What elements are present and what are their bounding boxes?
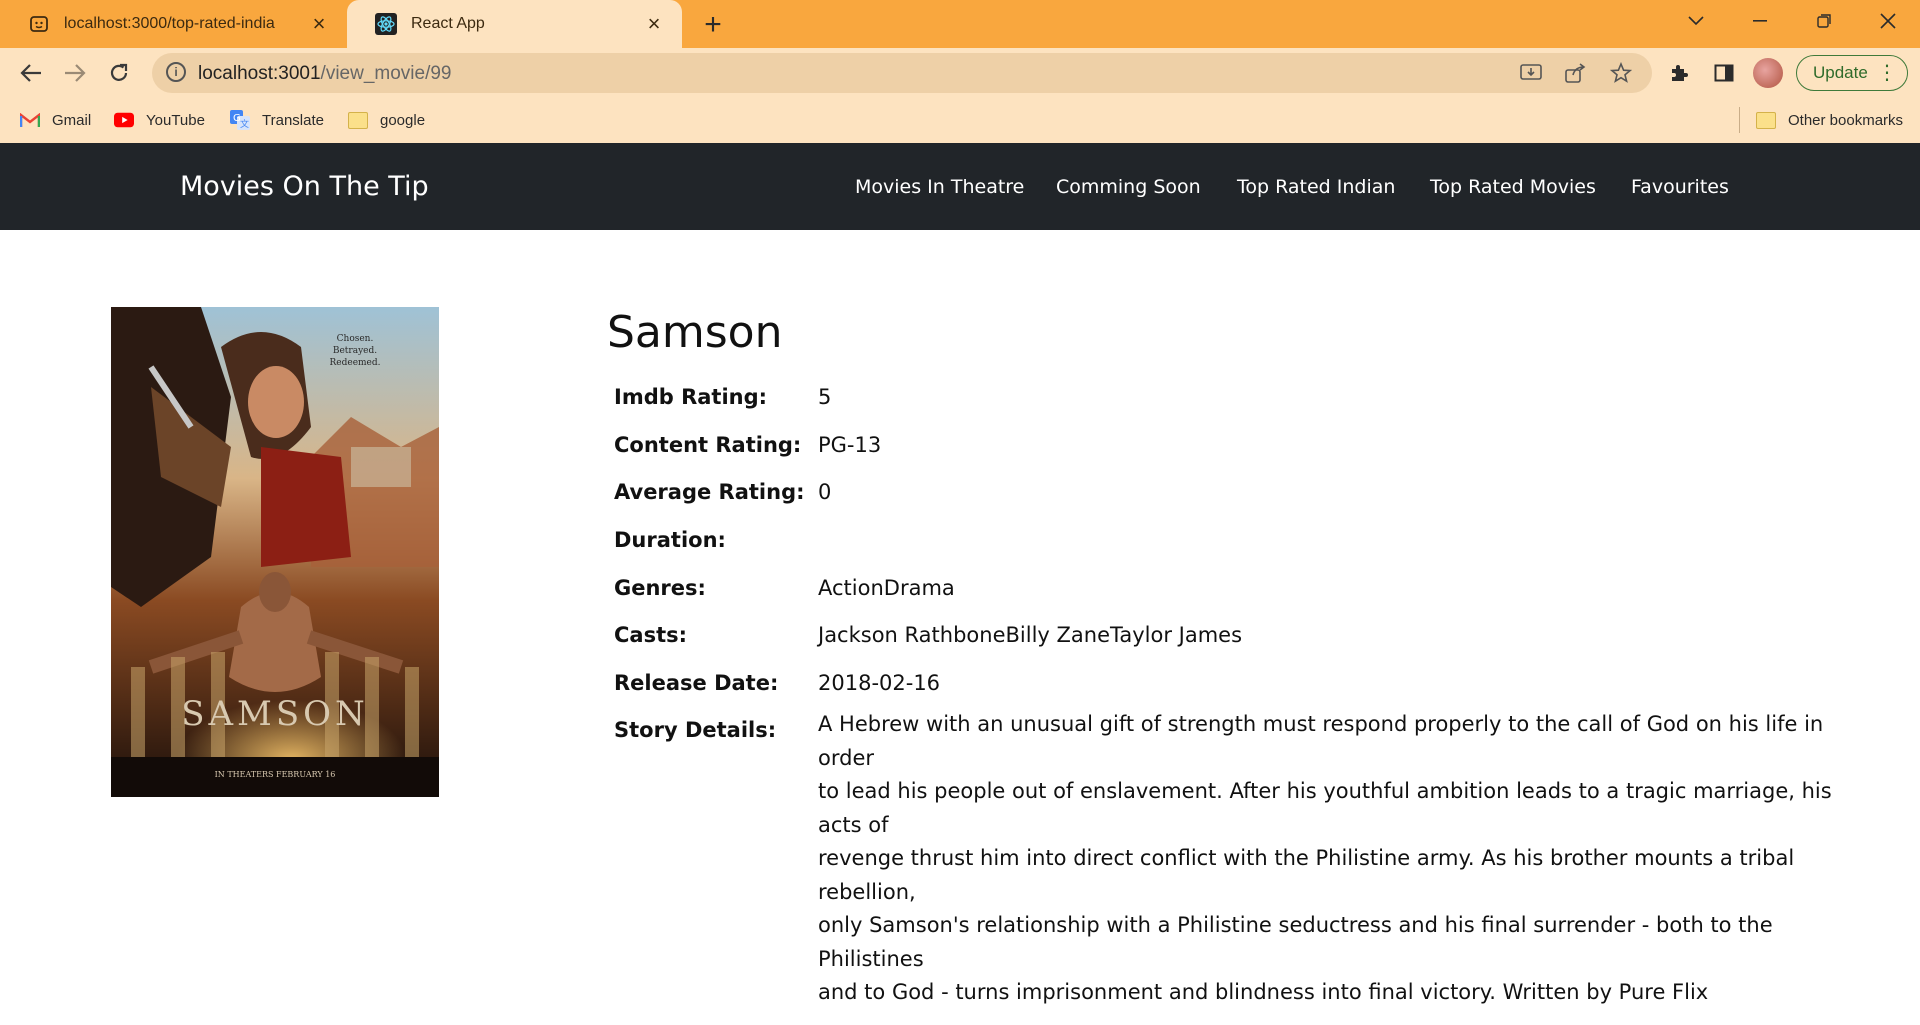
poster-title: SAMSON	[181, 694, 369, 734]
nav-top-rated-indian[interactable]: Top Rated Indian	[1237, 176, 1395, 198]
detail-label-release-date: Release Date:	[614, 671, 779, 695]
story-line: revenge thrust him into direct conflict …	[818, 846, 1795, 904]
profile-avatar[interactable]	[1753, 58, 1783, 88]
forward-icon[interactable]	[58, 56, 92, 90]
other-bookmarks[interactable]: Other bookmarks	[1756, 107, 1903, 133]
page-icon	[28, 13, 50, 35]
close-window-icon[interactable]	[1866, 6, 1910, 36]
movie-title: Samson	[607, 307, 783, 358]
browser-toolbar: i localhost:3001/view_movie/99 Update ⋮	[0, 48, 1920, 97]
detail-label-duration: Duration:	[614, 528, 726, 552]
tab-react-app[interactable]: React App ×	[347, 0, 682, 48]
update-button[interactable]: Update ⋮	[1796, 55, 1908, 91]
bookmark-star-icon[interactable]	[1608, 60, 1634, 86]
more-menu-icon[interactable]: ⋮	[1877, 63, 1897, 83]
detail-value-imdb: 5	[818, 385, 832, 409]
detail-value-average-rating: 0	[818, 480, 832, 504]
detail-value-content-rating: PG-13	[818, 433, 882, 457]
bookmarks-divider	[1739, 107, 1740, 133]
nav-favourites[interactable]: Favourites	[1631, 176, 1729, 198]
minimize-icon[interactable]	[1738, 6, 1782, 36]
bookmark-gmail[interactable]: Gmail	[20, 107, 91, 133]
tab-title: React App	[411, 15, 485, 32]
story-details: A Hebrew with an unusual gift of strengt…	[818, 708, 1848, 1010]
tab-title: localhost:3000/top-rated-india	[64, 15, 275, 32]
folder-icon	[348, 111, 368, 129]
detail-label-content-rating: Content Rating:	[614, 433, 802, 457]
close-tab-icon[interactable]: ×	[305, 10, 333, 38]
address-bar[interactable]: i localhost:3001/view_movie/99	[152, 53, 1652, 93]
poster-tagline: Chosen.	[337, 334, 374, 344]
story-line: and to God - turns imprisonment and blin…	[818, 980, 1709, 1004]
story-line: to lead his people out of enslavement. A…	[818, 779, 1832, 837]
bookmark-translate[interactable]: G文 Translate	[230, 107, 324, 133]
back-icon[interactable]	[14, 56, 48, 90]
detail-label-story: Story Details:	[614, 718, 777, 742]
detail-label-genres: Genres:	[614, 576, 706, 600]
side-panel-icon[interactable]	[1711, 60, 1737, 86]
folder-icon	[1756, 111, 1776, 129]
browser-tab-strip: localhost:3000/top-rated-india × React A…	[0, 0, 1920, 48]
movie-poster: Chosen. Betrayed. Redeemed. SAMSON IN TH…	[111, 307, 439, 797]
react-icon	[375, 13, 397, 35]
bookmarks-bar: Gmail YouTube G文 Translate google Other …	[0, 97, 1920, 143]
youtube-icon	[114, 111, 134, 129]
translate-icon: G文	[230, 110, 250, 130]
detail-value-release-date: 2018-02-16	[818, 671, 941, 695]
new-tab-icon[interactable]: +	[696, 8, 730, 42]
gmail-icon	[20, 111, 40, 129]
detail-value-casts: Jackson RathboneBilly ZaneTaylor James	[818, 623, 1243, 647]
nav-top-rated-movies[interactable]: Top Rated Movies	[1430, 176, 1596, 198]
svg-text:文: 文	[240, 118, 249, 130]
detail-label-imdb: Imdb Rating:	[614, 385, 768, 409]
nav-movies-in-theatre[interactable]: Movies In Theatre	[855, 176, 1024, 198]
bookmark-youtube[interactable]: YouTube	[114, 107, 205, 133]
app-navbar: Movies On The Tip Movies In Theatre Comm…	[0, 143, 1920, 230]
restore-icon[interactable]	[1802, 6, 1846, 36]
url-text: localhost:3001/view_movie/99	[198, 63, 452, 84]
tab-search-icon[interactable]	[1674, 6, 1718, 36]
story-line: A Hebrew with an unusual gift of strengt…	[818, 712, 1824, 770]
brand-title[interactable]: Movies On The Tip	[180, 171, 429, 202]
nav-coming-soon[interactable]: Comming Soon	[1056, 176, 1201, 198]
detail-value-genres: ActionDrama	[818, 576, 955, 600]
tab-top-rated-india[interactable]: localhost:3000/top-rated-india ×	[0, 0, 347, 48]
detail-label-casts: Casts:	[614, 623, 688, 647]
bookmark-google-folder[interactable]: google	[348, 107, 425, 133]
install-app-icon[interactable]	[1518, 60, 1544, 86]
site-info-icon[interactable]: i	[166, 62, 186, 82]
reload-icon[interactable]	[102, 56, 136, 90]
detail-label-average-rating: Average Rating:	[614, 480, 805, 504]
extensions-icon[interactable]	[1666, 60, 1692, 86]
poster-tagline: Betrayed.	[333, 346, 377, 356]
share-icon[interactable]	[1563, 60, 1589, 86]
poster-footer: IN THEATERS FEBRUARY 16	[215, 770, 336, 779]
story-line: only Samson's relationship with a Philis…	[818, 913, 1773, 971]
close-tab-icon[interactable]: ×	[640, 10, 668, 38]
poster-tagline: Redeemed.	[330, 358, 381, 368]
